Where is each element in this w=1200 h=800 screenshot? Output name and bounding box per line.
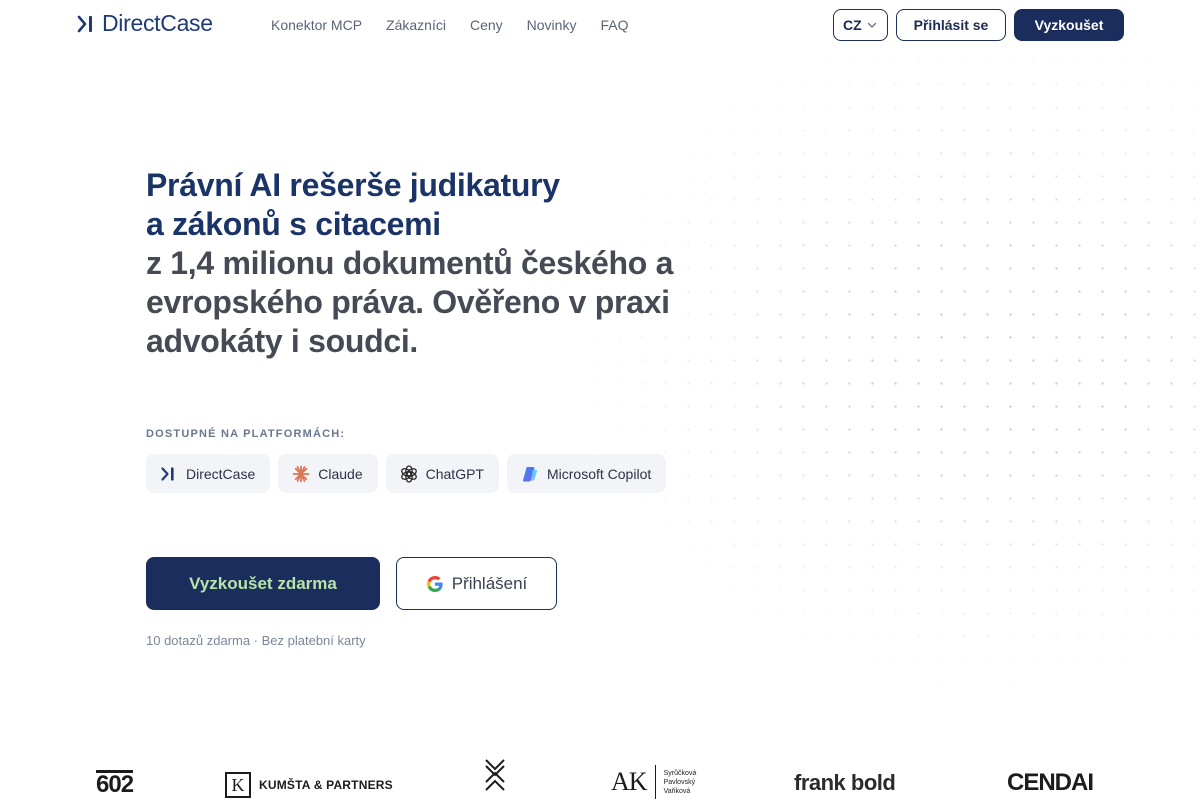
try-free-button[interactable]: Vyzkoušet zdarma [146,557,380,610]
language-selector[interactable]: CZ [833,9,888,41]
directcase-logo-icon [77,15,92,32]
main-nav: Konektor MCP Zákazníci Ceny Novinky FAQ [271,17,628,33]
cta-note: 10 dotazů zdarma · Bez platební karty [146,633,366,648]
platform-chatgpt[interactable]: ChatGPT [385,454,499,493]
platform-label: Microsoft Copilot [546,465,652,482]
nav-konektor-mcp[interactable]: Konektor MCP [271,17,362,33]
nav-faq[interactable]: FAQ [600,17,628,33]
logo-kumsta-partners: K KUMŠTA & PARTNERS [225,772,393,798]
logo-chevron-mark [484,758,506,792]
hero-title-line-1: Právní AI rešerše judikatury [146,167,560,203]
logo-ak-spv: AK Syrůčková Pavlovský Vaňková [611,765,696,799]
try-button[interactable]: Vyzkoušet [1014,9,1124,41]
brand-name: DirectCase [102,10,213,36]
claude-icon [292,465,310,482]
brand-logo[interactable]: DirectCase [76,10,213,37]
language-value: CZ [843,17,862,33]
ak-name: Syrůčková [663,769,697,777]
customer-logos: 602 K KUMŠTA & PARTNERS AK Syrůčková Pav… [0,752,1200,800]
ak-names: Syrůčková Pavlovský Vaňková [664,769,697,796]
ak-divider [654,765,656,799]
platform-label: Claude [318,465,363,482]
logo-frank-bold: frank bold [794,770,896,795]
copilot-icon [522,466,538,481]
nav-novinky[interactable]: Novinky [527,17,577,33]
platforms-label: DOSTUPNÉ NA PLATFORMÁCH: [146,428,346,440]
google-login-button[interactable]: Přihlášení [396,557,557,610]
google-login-label: Přihlášení [451,573,528,593]
hero-subtitle: z 1,4 milionu dokumentů českého a evrops… [146,245,674,359]
ak-name: Vaňková [663,787,691,795]
hero-title-line-2: a zákonů s citacemi [146,206,441,242]
chatgpt-icon [400,464,417,483]
platform-claude[interactable]: Claude [278,454,378,493]
ak-name: Pavlovský [663,778,696,786]
nav-ceny[interactable]: Ceny [470,17,503,33]
platform-label: ChatGPT [425,465,484,482]
directcase-icon [161,466,174,481]
platform-directcase[interactable]: DirectCase [146,454,271,493]
hero-title: Právní AI rešerše judikatury a zákonů s … [146,166,726,361]
hero: Právní AI rešerše judikatury a zákonů s … [146,166,726,361]
platforms-list: DirectCase Claude ChatGPT Microsoft Copi… [146,454,667,493]
platform-copilot[interactable]: Microsoft Copilot [506,454,667,493]
chevron-mark-icon [485,759,505,791]
dotted-background [470,50,1200,730]
google-icon [426,575,443,592]
login-button[interactable]: Přihlásit se [896,9,1006,41]
top-navigation: DirectCase Konektor MCP Zákazníci Ceny N… [0,0,1200,50]
logo-cendai: CENDAI [1007,769,1094,796]
chevron-down-icon [867,22,876,28]
logo-602: 602 [96,770,134,798]
platform-label: DirectCase [186,465,256,482]
kumsta-text: KUMŠTA & PARTNERS [259,778,393,792]
nav-zakaznici[interactable]: Zákazníci [386,17,446,33]
ak-text: AK [611,767,648,796]
kumsta-k-mark: K [225,772,251,798]
